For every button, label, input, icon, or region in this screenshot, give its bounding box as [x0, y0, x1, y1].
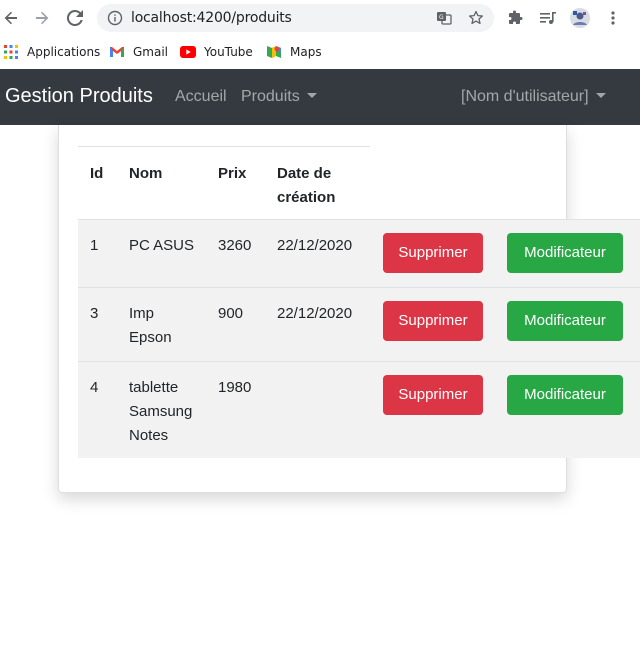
cell-id: 4	[90, 379, 99, 396]
cell-date: 22/12/2020	[277, 237, 353, 254]
cell-name-line: Notes	[129, 427, 169, 444]
cell-date: 22/12/2020	[277, 305, 353, 322]
cell-name: PC ASUS	[129, 234, 194, 258]
media-queue-icon[interactable]	[538, 8, 558, 28]
column-header-name: Nom	[129, 165, 163, 182]
info-icon[interactable]	[106, 9, 124, 27]
header-border	[78, 146, 370, 147]
bookmarks-bar: Applications Gmail YouTube Maps	[0, 36, 640, 68]
navbar-brand[interactable]: Gestion Produits	[5, 85, 153, 108]
reload-icon[interactable]	[64, 7, 86, 29]
column-header-date-line2: création	[277, 189, 336, 206]
bookmark-label: Gmail	[133, 45, 169, 59]
edit-button[interactable]: Modificateur	[507, 233, 623, 273]
more-vert-icon[interactable]	[603, 8, 623, 28]
edit-button[interactable]: Modificateur	[507, 375, 623, 415]
extensions-icon[interactable]	[506, 8, 526, 28]
nav-dropdown-label: Produits	[241, 88, 300, 105]
url-text[interactable]: localhost:4200/produits	[131, 10, 292, 26]
cell-name: Imp Epson	[129, 302, 172, 350]
star-icon[interactable]	[467, 9, 485, 27]
address-bar[interactable]: localhost:4200/produits G	[97, 4, 494, 32]
nav-user-label: [Nom d'utilisateur]	[461, 88, 589, 105]
bookmark-youtube[interactable]: YouTube	[180, 42, 253, 62]
svg-text:G: G	[439, 14, 444, 21]
profile-avatar[interactable]	[570, 8, 590, 28]
translate-icon[interactable]: G	[435, 9, 453, 27]
cell-name-line: PC ASUS	[129, 237, 195, 254]
table-row: 4 tablette Samsung Notes 1980 Supprimer …	[78, 361, 640, 458]
table-header: Id Nom Prix Date de création	[78, 146, 640, 219]
bookmark-label: YouTube	[204, 45, 253, 59]
nav-dropdown-user[interactable]: [Nom d'utilisateur]	[461, 88, 606, 106]
table-row: 1 PC ASUS 3260 22/12/2020 Supprimer Modi…	[78, 219, 640, 287]
maps-icon	[266, 44, 282, 60]
column-header-price: Prix	[218, 165, 247, 182]
cell-name: tablette Samsung Notes	[129, 376, 192, 448]
nav-dropdown-produits[interactable]: Produits	[241, 88, 317, 106]
column-header-date: Date de création	[277, 162, 335, 210]
apps-grid-icon	[3, 44, 19, 60]
edit-button[interactable]: Modificateur	[507, 301, 623, 341]
products-table: Id Nom Prix Date de création 1 PC ASUS 3…	[78, 146, 640, 458]
cell-id: 3	[90, 305, 99, 322]
column-header-date-line1: Date de	[277, 165, 332, 182]
youtube-icon	[180, 44, 196, 60]
cell-price: 1980	[218, 379, 252, 396]
column-header-id: Id	[90, 165, 104, 182]
chevron-down-icon	[306, 93, 317, 98]
cell-id: 1	[90, 237, 99, 254]
back-icon[interactable]	[0, 7, 22, 29]
gmail-icon	[109, 44, 125, 60]
nav-link-accueil[interactable]: Accueil	[175, 88, 227, 106]
bookmark-applications[interactable]: Applications	[3, 42, 100, 62]
bookmark-label: Maps	[290, 45, 322, 59]
cell-name-line: Samsung	[129, 403, 193, 420]
bookmark-gmail[interactable]: Gmail	[109, 42, 168, 62]
table-row: 3 Imp Epson 900 22/12/2020 Supprimer Mod…	[78, 287, 640, 361]
bookmark-maps[interactable]: Maps	[266, 42, 322, 62]
delete-button[interactable]: Supprimer	[383, 375, 483, 415]
cell-name-line: tablette	[129, 379, 179, 396]
delete-button[interactable]: Supprimer	[383, 301, 483, 341]
cell-name-line: Epson	[129, 329, 172, 346]
chevron-down-icon	[595, 93, 606, 98]
forward-icon[interactable]	[31, 7, 53, 29]
delete-button[interactable]: Supprimer	[383, 233, 483, 273]
bookmark-label: Applications	[27, 45, 101, 59]
cell-name-line: Imp	[129, 305, 155, 322]
app-navbar: Gestion Produits Accueil Produits [Nom d…	[0, 69, 640, 125]
cell-price: 900	[218, 305, 244, 322]
browser-toolbar: localhost:4200/produits G	[0, 0, 640, 36]
cell-price: 3260	[218, 237, 252, 254]
